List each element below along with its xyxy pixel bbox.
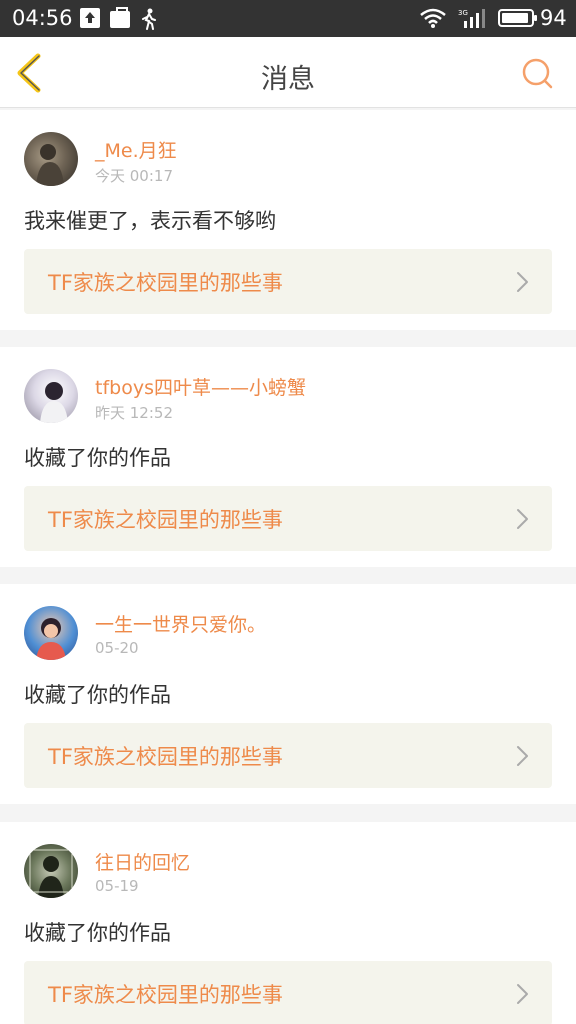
message-text: 收藏了你的作品 [24,921,171,945]
battery-level: 94 [540,6,567,30]
search-icon[interactable] [520,57,554,91]
work-title: TF家族之校园里的那些事 [48,745,283,769]
chevron-right-icon [516,271,530,293]
avatar[interactable] [24,132,78,186]
page-title: 消息 [261,64,315,95]
chevron-right-icon [516,508,530,530]
svg-text:3G: 3G [458,9,468,17]
work-link[interactable]: TF家族之校园里的那些事 [24,723,552,788]
wifi-icon [420,8,446,32]
message-card: _Me.月狂 今天 00:17 我来催更了，表示看不够哟 TF家族之校园里的那些… [0,110,576,330]
username[interactable]: tfboys四叶草——小螃蟹 [95,373,306,400]
work-link[interactable]: TF家族之校园里的那些事 [24,961,552,1024]
message-card: 一生一世界只爱你。 05-20 收藏了你的作品 TF家族之校园里的那些事 [0,584,576,804]
status-bar: 04:56 3G 94 [0,0,576,37]
message-card: 往日的回忆 05-19 收藏了你的作品 TF家族之校园里的那些事 [0,822,576,1024]
timestamp: 05-20 [95,639,139,657]
message-card: tfboys四叶草——小螃蟹 昨天 12:52 收藏了你的作品 TF家族之校园里… [0,347,576,567]
timestamp: 昨天 12:52 [95,404,173,422]
work-title: TF家族之校园里的那些事 [48,508,283,532]
signal-3g-icon: 3G [458,8,488,32]
message-text: 收藏了你的作品 [24,446,171,470]
nav-bar: 消息 [0,37,576,108]
walking-icon [140,8,158,34]
avatar[interactable] [24,369,78,423]
timestamp: 05-19 [95,877,139,895]
work-title: TF家族之校园里的那些事 [48,271,283,295]
username[interactable]: _Me.月狂 [95,136,177,163]
status-time: 04:56 [12,6,73,30]
work-link[interactable]: TF家族之校园里的那些事 [24,249,552,314]
work-link[interactable]: TF家族之校园里的那些事 [24,486,552,551]
username[interactable]: 一生一世界只爱你。 [95,610,266,637]
avatar[interactable] [24,844,78,898]
work-title: TF家族之校园里的那些事 [48,983,283,1007]
bag-icon [110,7,130,28]
chevron-right-icon [516,745,530,767]
username[interactable]: 往日的回忆 [95,848,190,875]
upload-icon [80,8,100,28]
avatar[interactable] [24,606,78,660]
message-text: 我来催更了，表示看不够哟 [24,209,276,233]
chevron-right-icon [516,983,530,1005]
battery-icon [498,9,537,27]
timestamp: 今天 00:17 [95,167,173,185]
message-text: 收藏了你的作品 [24,683,171,707]
